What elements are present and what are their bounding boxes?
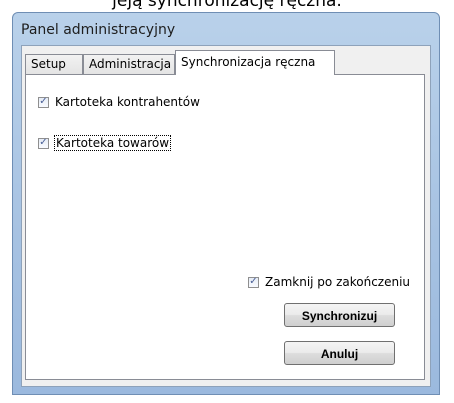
tab-setup[interactable]: Setup (25, 54, 83, 74)
tab-panel-synchronizacja: ✓ Kartoteka kontrahentów ✓ Kartoteka tow… (25, 74, 425, 380)
synchronizuj-button[interactable]: Synchronizuj (284, 303, 395, 327)
checkbox-box[interactable]: ✓ (38, 137, 49, 149)
tab-synchronizacja-reczna[interactable]: Synchronizacja ręczna (175, 50, 335, 75)
cropped-heading-text: jeją synchronizację ręczna. (112, 0, 342, 11)
tab-administracja[interactable]: Administracja (83, 54, 175, 74)
checkbox-label: Zamknij po zakończeniu (265, 275, 411, 289)
anuluj-button[interactable]: Anuluj (284, 341, 395, 365)
check-mark-icon: ✓ (39, 137, 48, 148)
checkbox-box[interactable]: ✓ (38, 96, 49, 108)
checkbox-box[interactable]: ✓ (248, 276, 259, 288)
checkbox-kartoteka-towarow[interactable]: ✓ Kartoteka towarów (38, 135, 172, 151)
admin-dialog: Panel administracyjny Setup Administracj… (12, 12, 440, 395)
checkbox-label: Kartoteka kontrahentów (55, 95, 200, 109)
check-mark-icon: ✓ (39, 96, 48, 107)
checkbox-zamknij-po-zakonczeniu[interactable]: ✓ Zamknij po zakończeniu (248, 275, 410, 289)
window-title: Panel administracyjny (21, 22, 176, 38)
dialog-client-area: Setup Administracja Synchronizacja ręczn… (21, 45, 431, 387)
checkbox-kartoteka-kontrahentow[interactable]: ✓ Kartoteka kontrahentów (38, 95, 200, 109)
check-mark-icon: ✓ (249, 276, 258, 287)
checkbox-label-focused: Kartoteka towarów (53, 135, 172, 151)
